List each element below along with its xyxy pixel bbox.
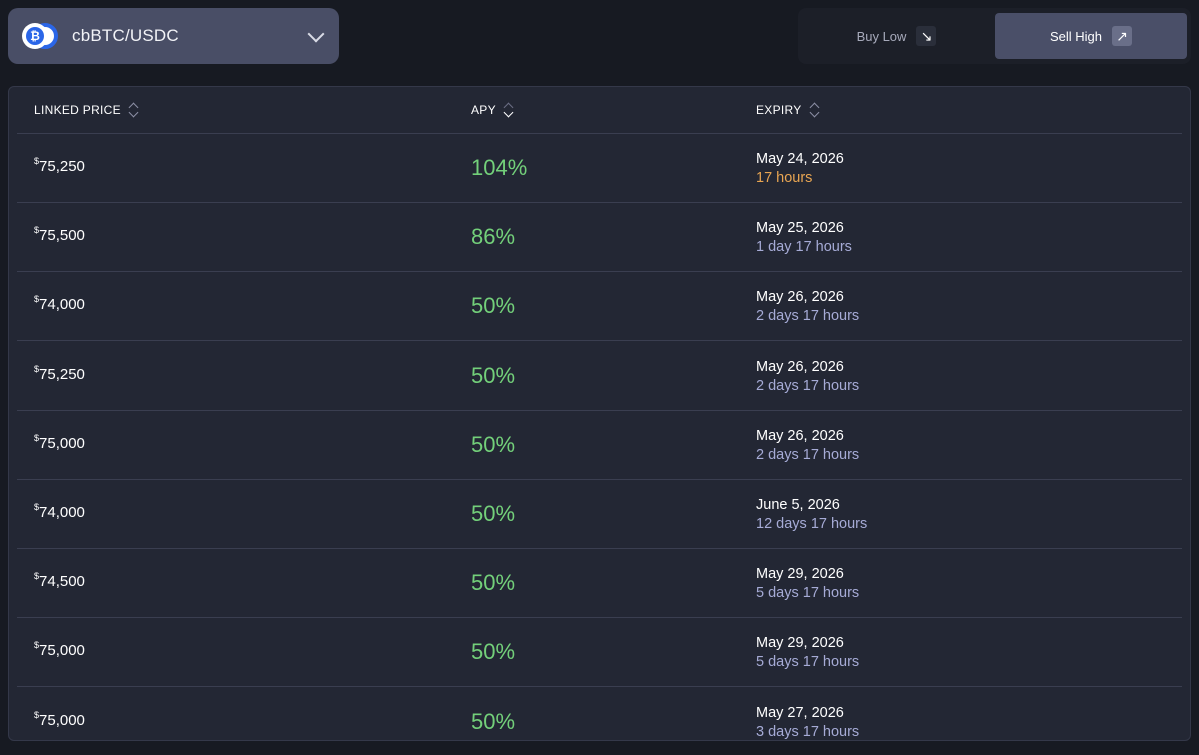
expiry: May 29, 2026 5 days 17 hours bbox=[756, 634, 859, 672]
expiry-remaining: 5 days 17 hours bbox=[756, 654, 860, 671]
currency-symbol: $ bbox=[34, 225, 40, 236]
table-row[interactable]: $75,500 86% May 25, 2026 1 day 17 hours bbox=[17, 203, 1182, 273]
table-row[interactable]: $74,000 50% June 5, 2026 12 days 17 hours bbox=[17, 480, 1182, 549]
sell-high-label: Sell High bbox=[1049, 28, 1103, 44]
currency-symbol: $ bbox=[34, 363, 40, 374]
linked-price: $75,250 bbox=[34, 156, 85, 175]
linked-price: $74,000 bbox=[34, 294, 85, 314]
currency-symbol: $ bbox=[34, 432, 40, 443]
expiry: May 27, 2026 3 days 17 hours bbox=[756, 704, 860, 740]
options-table: LINKED PRICE APY EXPIRY $75,250 104% May 2… bbox=[8, 86, 1191, 741]
linked-price-value: 74,000 bbox=[39, 504, 85, 521]
linked-price-value: 75,000 bbox=[39, 434, 85, 452]
bitcoin-icon: ₿ bbox=[22, 21, 58, 51]
expiry-date: May 24, 2026 bbox=[756, 151, 844, 167]
linked-price: $75,000 bbox=[34, 432, 85, 452]
expiry: May 29, 2026 5 days 17 hours bbox=[756, 565, 859, 603]
pair-selector[interactable]: ₿ cbBTC/USDC bbox=[8, 8, 339, 64]
arrow-down-right-icon: ↘ bbox=[916, 26, 937, 46]
expiry-remaining: 17 hours bbox=[756, 170, 813, 186]
column-header-apy[interactable]: APY bbox=[471, 102, 514, 118]
apy-value: 50% bbox=[471, 639, 516, 665]
expiry-date: May 29, 2026 bbox=[756, 635, 844, 652]
currency-symbol: $ bbox=[34, 640, 40, 651]
apy-value: 104% bbox=[471, 155, 528, 180]
linked-price-value: 75,500 bbox=[39, 227, 85, 245]
expiry: May 26, 2026 2 days 17 hours bbox=[756, 358, 859, 396]
expiry-remaining: 2 days 17 hours bbox=[756, 308, 860, 325]
expiry-date: May 27, 2026 bbox=[756, 704, 844, 721]
column-header-expiry[interactable]: EXPIRY bbox=[756, 102, 820, 118]
linked-price: $75,500 bbox=[34, 225, 85, 245]
linked-price: $74,500 bbox=[34, 571, 85, 591]
expiry-date: May 26, 2026 bbox=[756, 289, 844, 306]
sell-high-button[interactable]: Sell High ↗ bbox=[995, 13, 1187, 59]
linked-price: $75,250 bbox=[34, 363, 85, 383]
currency-symbol: $ bbox=[34, 294, 40, 305]
table-header: LINKED PRICE APY EXPIRY bbox=[17, 87, 1182, 134]
expiry: May 24, 2026 17 hours bbox=[756, 150, 844, 188]
table-row[interactable]: $74,500 50% May 29, 2026 5 days 17 hours bbox=[17, 549, 1182, 619]
buy-low-button[interactable]: Buy Low ↘ bbox=[803, 13, 990, 59]
expiry-remaining: 12 days 17 hours bbox=[756, 516, 868, 532]
linked-price: $75,000 bbox=[34, 640, 85, 660]
currency-symbol: $ bbox=[34, 709, 40, 720]
table-row[interactable]: $74,000 50% May 26, 2026 2 days 17 hours bbox=[17, 272, 1182, 342]
linked-price-value: 75,250 bbox=[39, 158, 85, 175]
column-header-linked-price[interactable]: LINKED PRICE bbox=[34, 102, 139, 118]
sort-icon bbox=[808, 102, 820, 118]
expiry-remaining: 5 days 17 hours bbox=[756, 585, 860, 602]
expiry: May 26, 2026 2 days 17 hours bbox=[756, 427, 859, 465]
mode-toggle: Buy Low ↘ Sell High ↗ bbox=[798, 8, 1191, 64]
table-row[interactable]: $75,000 50% May 27, 2026 3 days 17 hours bbox=[17, 688, 1182, 740]
pair-selector-label: cbBTC/USDC bbox=[72, 26, 179, 45]
linked-price-value: 74,500 bbox=[39, 573, 85, 591]
table-row[interactable]: $75,000 50% May 26, 2026 2 days 17 hours bbox=[17, 411, 1182, 480]
expiry-remaining: 2 days 17 hours bbox=[756, 377, 860, 394]
expiry-date: May 25, 2026 bbox=[756, 220, 844, 237]
linked-price: $75,000 bbox=[34, 709, 85, 729]
expiry: June 5, 2026 12 days 17 hours bbox=[756, 496, 867, 534]
column-header-label: LINKED PRICE bbox=[34, 103, 121, 117]
linked-price-value: 75,250 bbox=[39, 365, 85, 383]
sort-icon bbox=[127, 102, 139, 118]
expiry: May 25, 2026 1 day 17 hours bbox=[756, 219, 852, 257]
apy-value: 50% bbox=[471, 570, 516, 596]
table-row[interactable]: $75,250 50% May 26, 2026 2 days 17 hours bbox=[17, 342, 1182, 411]
apy-value: 50% bbox=[471, 362, 516, 388]
expiry-date: June 5, 2026 bbox=[756, 497, 840, 513]
linked-price-value: 75,000 bbox=[39, 711, 85, 729]
apy-value: 50% bbox=[471, 431, 516, 457]
apy-value: 50% bbox=[471, 293, 516, 319]
expiry-date: May 26, 2026 bbox=[756, 358, 844, 375]
apy-value: 50% bbox=[471, 501, 516, 526]
arrow-up-right-icon: ↗ bbox=[1112, 26, 1133, 46]
table-row[interactable]: $75,000 50% May 29, 2026 5 days 17 hours bbox=[17, 618, 1182, 688]
linked-price: $74,000 bbox=[34, 502, 85, 521]
currency-symbol: $ bbox=[34, 156, 40, 166]
apy-value: 50% bbox=[471, 708, 516, 734]
currency-symbol: $ bbox=[34, 571, 40, 582]
buy-low-label: Buy Low bbox=[856, 28, 907, 44]
expiry-remaining: 2 days 17 hours bbox=[756, 446, 860, 463]
linked-price-value: 74,000 bbox=[39, 296, 85, 314]
linked-price-value: 75,000 bbox=[39, 642, 85, 660]
currency-symbol: $ bbox=[34, 502, 40, 512]
expiry-remaining: 1 day 17 hours bbox=[756, 239, 852, 256]
expiry-date: May 29, 2026 bbox=[756, 566, 844, 583]
sort-descending-icon bbox=[502, 102, 514, 118]
chevron-down-icon bbox=[307, 27, 325, 45]
column-header-label: EXPIRY bbox=[756, 103, 802, 117]
expiry-remaining: 3 days 17 hours bbox=[756, 723, 860, 740]
column-header-label: APY bbox=[471, 103, 496, 117]
table-row[interactable]: $75,250 104% May 24, 2026 17 hours bbox=[17, 134, 1182, 203]
expiry: May 26, 2026 2 days 17 hours bbox=[756, 288, 859, 326]
expiry-date: May 26, 2026 bbox=[756, 427, 844, 444]
apy-value: 86% bbox=[471, 224, 516, 250]
